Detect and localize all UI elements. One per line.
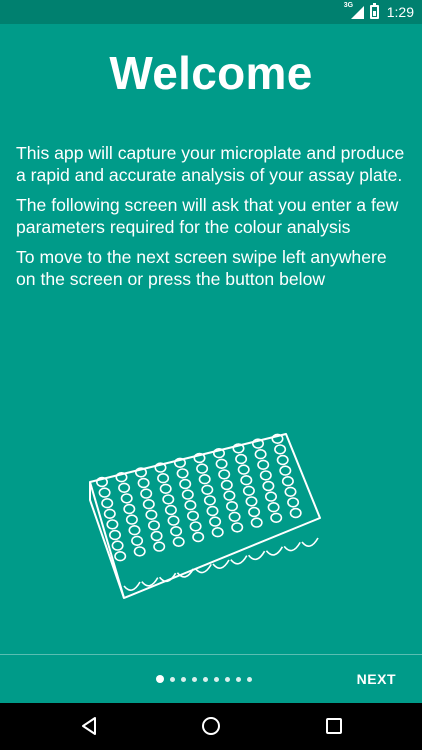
back-icon[interactable] bbox=[78, 715, 100, 737]
home-icon[interactable] bbox=[200, 715, 222, 737]
page-dot bbox=[247, 676, 252, 682]
recents-icon[interactable] bbox=[323, 715, 345, 737]
page-title: Welcome bbox=[109, 47, 313, 99]
intro-text: This app will capture your microplate an… bbox=[16, 143, 411, 299]
page-indicator bbox=[156, 675, 252, 683]
status-bar: 3G 1:29 bbox=[0, 0, 422, 24]
page-dot bbox=[203, 676, 208, 682]
intro-paragraph-3: To move to the next screen swipe left an… bbox=[16, 247, 387, 289]
signal-icon: 3G bbox=[344, 2, 364, 19]
battery-icon bbox=[369, 3, 379, 19]
status-time: 1:29 bbox=[386, 4, 414, 20]
navigation-bar bbox=[0, 703, 422, 750]
next-button[interactable]: NEXT bbox=[357, 671, 396, 687]
page-dot bbox=[156, 675, 164, 683]
page-dot bbox=[225, 676, 230, 682]
intro-paragraph-1: This app will capture your microplate an… bbox=[16, 143, 405, 185]
page-dot bbox=[181, 676, 186, 682]
microplate-illustration bbox=[89, 433, 321, 599]
page-dot bbox=[214, 676, 219, 682]
page-dot bbox=[236, 676, 241, 682]
intro-paragraph-2: The following screen will ask that you e… bbox=[16, 195, 399, 237]
divider bbox=[0, 654, 422, 655]
page-dot bbox=[192, 676, 197, 682]
page-dot bbox=[170, 676, 175, 682]
